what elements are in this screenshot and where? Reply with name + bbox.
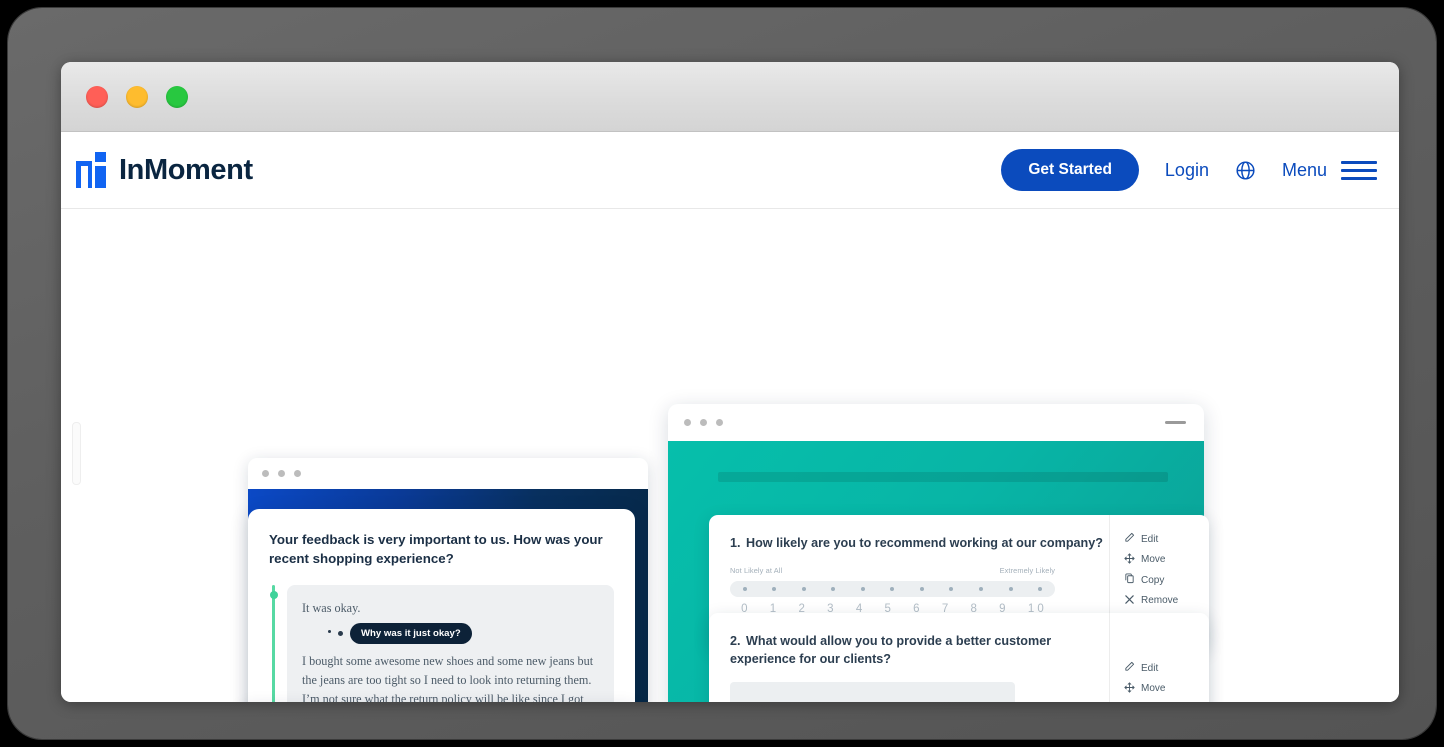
brand-logo[interactable]: InMoment [76, 152, 253, 188]
hamburger-icon[interactable] [1341, 160, 1377, 180]
bullet-dot-icon [338, 631, 343, 637]
browser-window: InMoment Get Started Login Menu Your fee… [61, 62, 1399, 702]
scale-point[interactable] [860, 586, 865, 591]
scale-point[interactable] [890, 586, 895, 591]
scale-point[interactable] [919, 586, 924, 591]
scale-point[interactable] [742, 586, 747, 591]
minimize-dot-icon[interactable] [278, 470, 285, 477]
scale-left-label: Not Likely at All [730, 565, 783, 575]
question-action-label: Remove [1141, 595, 1179, 606]
minimize-dot-icon[interactable] [700, 419, 707, 426]
device-bezel: InMoment Get Started Login Menu Your fee… [8, 8, 1436, 739]
feedback-response-text: I bought some awesome new shoes and some… [302, 654, 594, 702]
feedback-window-titlebar [248, 458, 648, 489]
scale-point[interactable] [801, 586, 806, 591]
pencil-icon [1124, 661, 1135, 675]
menu-label[interactable]: Menu [1282, 160, 1327, 181]
feedback-thread: It was okay. Why was it just okay? I bou… [269, 584, 614, 702]
close-dot-icon[interactable] [684, 419, 691, 426]
collapse-icon[interactable] [1165, 421, 1186, 424]
close-window-button[interactable] [86, 85, 108, 108]
globe-icon[interactable] [1235, 160, 1256, 181]
open-text-answer-field[interactable] [730, 681, 1015, 702]
scrollbar-thumb[interactable] [72, 422, 81, 485]
question-action-move[interactable]: Move [1124, 682, 1209, 696]
survey-progress-bar [718, 472, 1168, 482]
scale-point[interactable] [1008, 586, 1013, 591]
feedback-card: Your feedback is very important to us. H… [248, 509, 635, 702]
survey-window-titlebar [668, 404, 1204, 441]
browser-titlebar [61, 62, 1399, 132]
nps-scale-track[interactable] [730, 580, 1055, 597]
get-started-button[interactable]: Get Started [1001, 149, 1139, 191]
page-canvas: Your feedback is very important to us. H… [61, 209, 1399, 702]
scale-point[interactable] [831, 586, 836, 591]
question-action-edit[interactable]: Edit [1124, 661, 1209, 675]
move-arrows-icon [1124, 552, 1135, 567]
pencil-icon [1124, 532, 1135, 546]
brand-name: InMoment [119, 153, 253, 186]
thread-rail [269, 584, 278, 702]
question-action-copy[interactable]: Copy [1124, 573, 1209, 587]
login-link[interactable]: Login [1165, 160, 1209, 181]
copy-icon [1124, 573, 1135, 587]
question-number: 1. [730, 536, 741, 550]
question-action-label: Move [1141, 683, 1166, 695]
question-text: How likely are you to recommend working … [746, 536, 1103, 550]
maximize-dot-icon[interactable] [294, 470, 301, 477]
move-arrows-icon [1124, 682, 1135, 696]
question-actions: EditMoveCopyRemove [1109, 613, 1209, 702]
feedback-chat-box: It was okay. Why was it just okay? I bou… [287, 584, 614, 702]
scale-right-label: Extremely Likely [999, 565, 1055, 575]
question-action-label: Edit [1141, 662, 1159, 674]
question-action-label: Copy [1141, 574, 1165, 586]
bullet-dot-small-icon [328, 629, 331, 633]
question-action-remove[interactable]: Remove [1124, 594, 1209, 608]
close-dot-icon[interactable] [262, 470, 269, 477]
feedback-question-title: Your feedback is very important to us. H… [269, 532, 603, 567]
scale-point[interactable] [979, 586, 984, 591]
question-number: 2. [730, 634, 741, 648]
minimize-window-button[interactable] [126, 85, 148, 108]
scale-point[interactable] [772, 586, 777, 591]
site-header: InMoment Get Started Login Menu [61, 132, 1399, 209]
question-action-label: Edit [1141, 533, 1159, 545]
question-content: 2. What would allow you to provide a bet… [709, 613, 1109, 702]
maximize-dot-icon[interactable] [716, 419, 723, 426]
question-title: 2. What would allow you to provide a bet… [730, 633, 1109, 669]
scale-point[interactable] [1038, 586, 1043, 591]
question-action-edit[interactable]: Edit [1124, 532, 1209, 546]
close-x-icon [1124, 594, 1135, 608]
typing-indicator: Why was it just okay? [328, 623, 599, 645]
maximize-window-button[interactable] [166, 85, 188, 108]
followup-prompt-pill: Why was it just okay? [350, 623, 472, 645]
question-text: What would allow you to provide a better… [730, 634, 1052, 666]
inmoment-logo-icon [76, 152, 106, 188]
scale-point[interactable] [949, 586, 954, 591]
question-action-label: Move [1141, 554, 1166, 565]
feedback-reply-line: It was okay. [302, 600, 361, 615]
header-nav: Get Started Login Menu [1001, 149, 1377, 191]
scale-labels: Not Likely at All Extremely Likely [730, 566, 1055, 575]
question-action-move[interactable]: Move [1124, 552, 1209, 567]
question-card: 2. What would allow you to provide a bet… [709, 613, 1209, 702]
question-title: 1. How likely are you to recommend worki… [730, 535, 1109, 553]
